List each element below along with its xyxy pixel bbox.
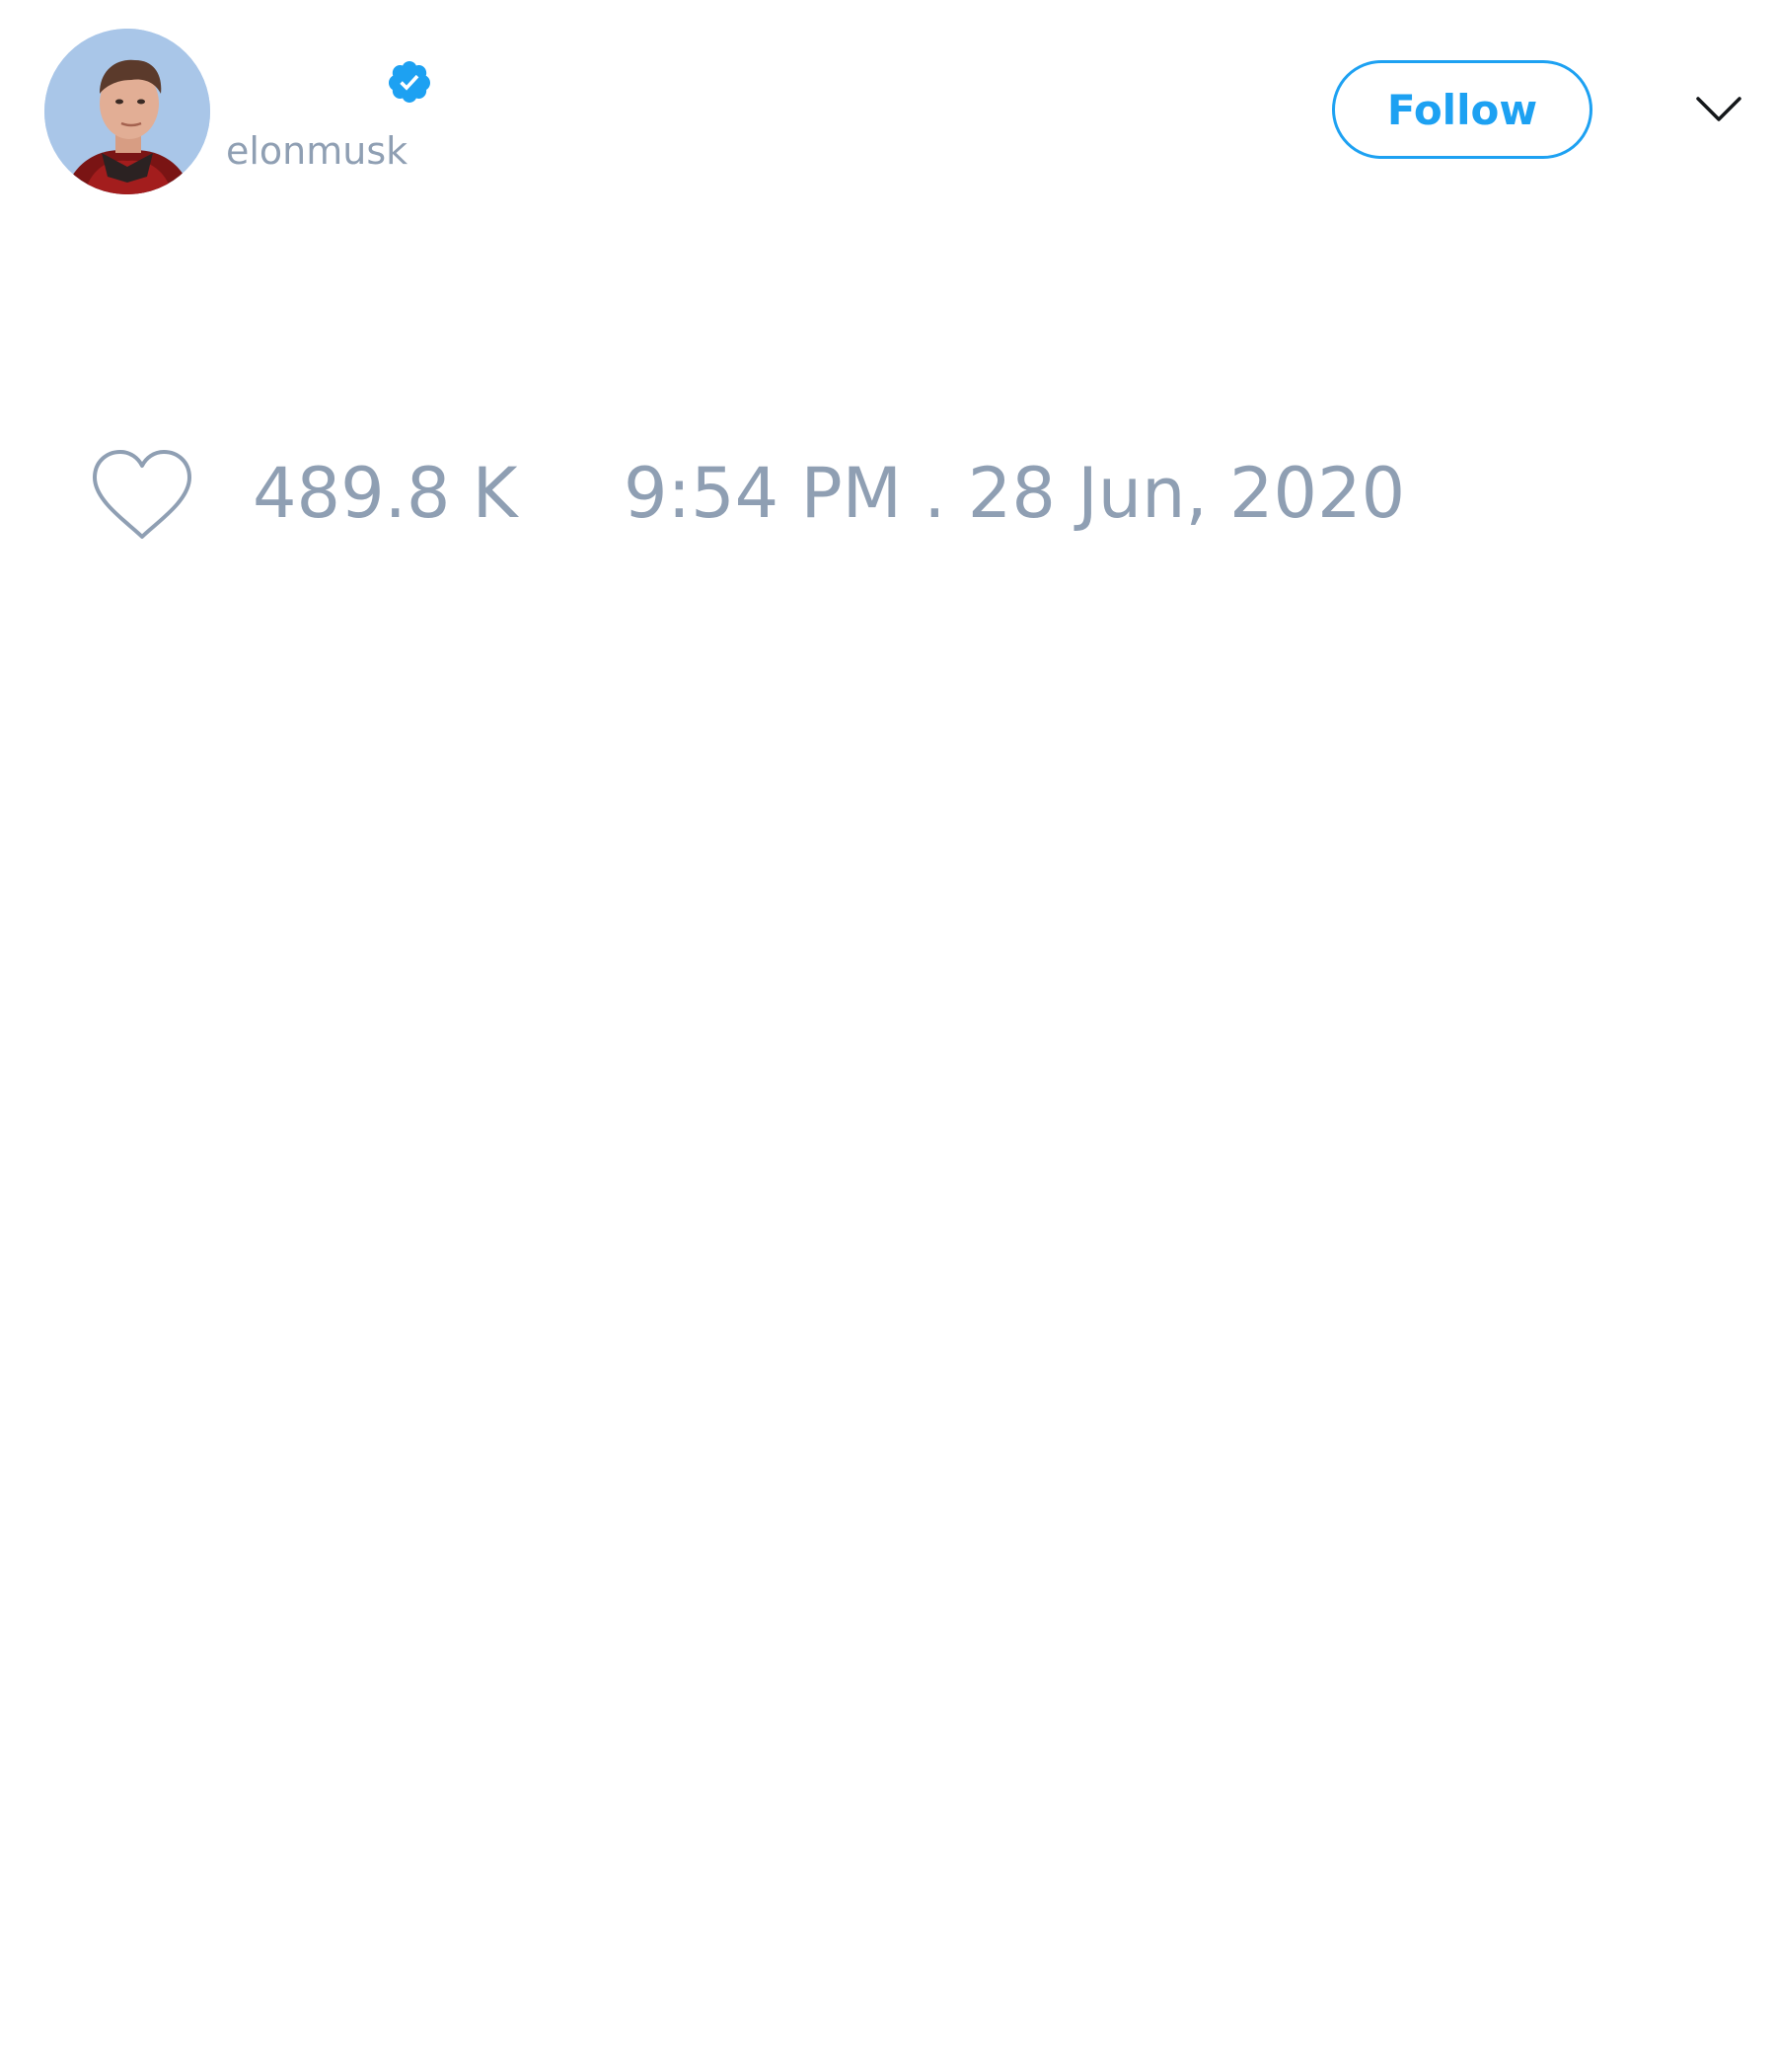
tweet-timestamp[interactable]: 9:54 PM . 28 Jun, 2020	[624, 454, 1405, 533]
user-handle[interactable]: elonmusk	[226, 126, 407, 176]
follow-button[interactable]: Follow	[1332, 60, 1592, 159]
like-count: 489.8 K	[253, 453, 518, 534]
chevron-down-icon[interactable]	[1695, 93, 1742, 126]
tweet-footer: 489.8 K 9:54 PM . 28 Jun, 2020	[0, 434, 1776, 553]
verified-badge-icon	[388, 61, 430, 103]
avatar[interactable]	[44, 29, 210, 194]
heart-icon[interactable]	[89, 448, 195, 543]
profile-photo	[44, 29, 210, 194]
